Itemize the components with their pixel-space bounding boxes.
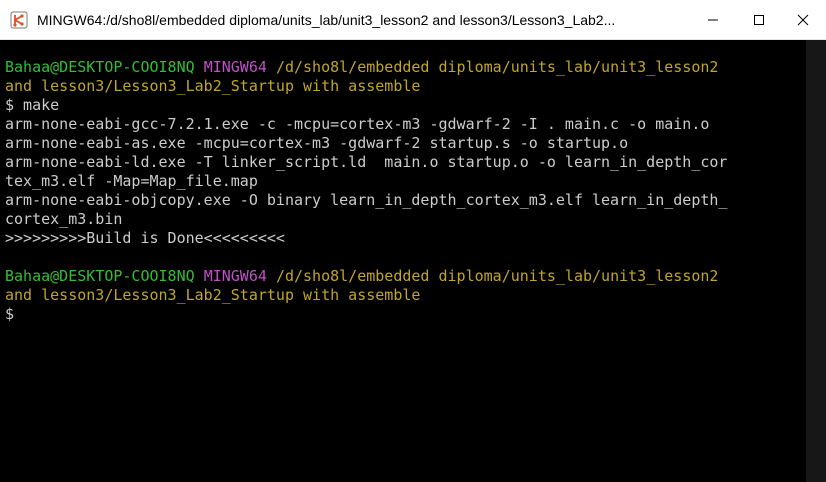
window-title: MINGW64:/d/sho8l/embedded diploma/units_… — [37, 12, 616, 28]
output-line: arm-none-eabi-ld.exe -T linker_script.ld… — [5, 153, 728, 171]
prompt-user: Bahaa@DESKTOP-COOI8NQ — [5, 58, 195, 76]
prompt-shell: MINGW64 — [203, 267, 267, 285]
output-line: arm-none-eabi-gcc-7.2.1.exe -c -mcpu=cor… — [5, 115, 710, 133]
vertical-scrollbar[interactable] — [806, 40, 826, 482]
scrollbar-thumb[interactable] — [810, 44, 822, 478]
prompt-path: /d/sho8l/embedded diploma/units_lab/unit… — [275, 267, 719, 285]
prompt-user: Bahaa@DESKTOP-COOI8NQ — [5, 267, 195, 285]
prompt-line: Bahaa@DESKTOP-COOI8NQ MINGW64 /d/sho8l/e… — [5, 267, 806, 286]
terminal-window: MINGW64:/d/sho8l/embedded diploma/units_… — [0, 0, 826, 482]
close-icon — [797, 14, 809, 26]
output-line: arm-none-eabi-as.exe -mcpu=cortex-m3 -gd… — [5, 134, 629, 152]
prompt-path-continuation: and lesson3/Lesson3_Lab2_Startup with as… — [5, 77, 421, 95]
minimize-button[interactable] — [690, 0, 736, 40]
maximize-button[interactable] — [736, 0, 782, 40]
command-line: $ make — [5, 96, 60, 114]
output-line: arm-none-eabi-objcopy.exe -O binary lear… — [5, 191, 728, 209]
output-line: tex_m3.elf -Map=Map_file.map — [5, 172, 258, 190]
prompt-path-continuation: and lesson3/Lesson3_Lab2_Startup with as… — [5, 286, 421, 304]
output-line: cortex_m3.bin — [5, 210, 123, 228]
input-prompt[interactable]: $ — [5, 305, 806, 324]
terminal-output[interactable]: Bahaa@DESKTOP-COOI8NQ MINGW64 /d/sho8l/e… — [0, 40, 806, 482]
git-bash-icon[interactable] — [10, 11, 28, 29]
maximize-icon — [754, 15, 764, 25]
output-line: >>>>>>>>>Build is Done<<<<<<<<< — [5, 229, 285, 247]
close-button[interactable] — [780, 0, 826, 40]
minimize-icon — [708, 19, 718, 21]
title-bar[interactable]: MINGW64:/d/sho8l/embedded diploma/units_… — [0, 0, 826, 40]
prompt-line: Bahaa@DESKTOP-COOI8NQ MINGW64 /d/sho8l/e… — [5, 58, 806, 77]
prompt-path: /d/sho8l/embedded diploma/units_lab/unit… — [275, 58, 719, 76]
prompt-shell: MINGW64 — [203, 58, 267, 76]
